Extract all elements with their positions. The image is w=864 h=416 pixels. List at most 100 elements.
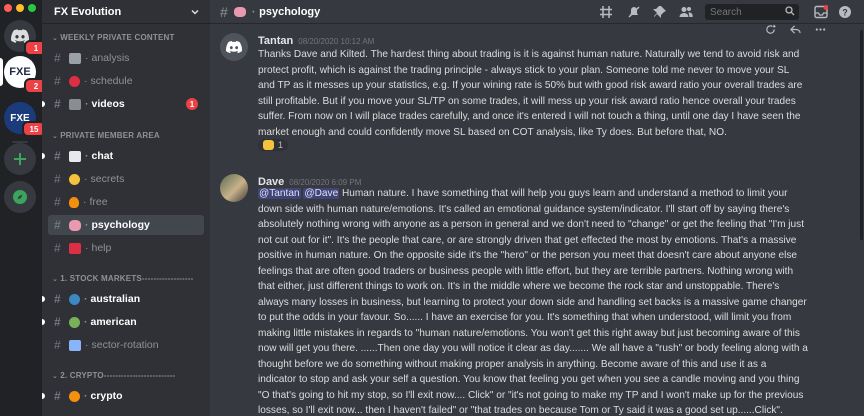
red-circle-emoji-icon <box>69 75 80 87</box>
channel-secrets[interactable]: # · secrets <box>48 169 204 189</box>
channel-crypto[interactable]: # · crypto <box>48 386 204 406</box>
chat-area: # · psychology ? Tantan08/20/2020 10:12 … <box>210 0 864 416</box>
message-line: to put the odds in your favour. So......… <box>258 312 792 323</box>
avatar[interactable] <box>220 174 248 202</box>
message-line: and TP as it messes up your statistics, … <box>258 80 803 91</box>
help-icon[interactable]: ? <box>838 5 852 19</box>
text-channel-icon: # <box>54 74 61 88</box>
channel-chat[interactable]: # · chat <box>48 146 204 166</box>
unread-indicator <box>42 101 45 107</box>
text-channel-icon: # <box>54 292 61 306</box>
channel-free[interactable]: # · free <box>48 192 204 212</box>
channel-american[interactable]: # · american <box>48 312 204 332</box>
channel-sidebar: FX Evolution ⌄ WEEKLY PRIVATE CONTENT # … <box>42 0 210 416</box>
pin-icon[interactable] <box>653 5 667 19</box>
gallery-emoji-icon <box>69 52 81 64</box>
message-line: making little mistakes in regards to "hu… <box>258 327 800 339</box>
timestamp: 08/20/2020 10:12 AM <box>298 37 375 46</box>
window-zoom-button[interactable] <box>28 4 36 12</box>
message-line: losses, so I'll exit now... then I haven… <box>258 405 783 416</box>
channel-label: psychology <box>91 219 150 231</box>
channel-videos[interactable]: # · videos 1 <box>48 94 204 114</box>
text-channel-icon: # <box>220 3 228 20</box>
explore-servers-button[interactable] <box>4 181 36 213</box>
channel-label: chat <box>91 150 114 162</box>
category-private-member-area[interactable]: ⌄ PRIVATE MEMBER AREA <box>52 131 160 140</box>
message-line: positive in human nature. On the opposit… <box>258 250 798 261</box>
discord-logo-icon <box>226 41 242 53</box>
mention-tantan[interactable]: @Tantan <box>258 188 301 199</box>
channel-schedule[interactable]: # · schedule <box>48 71 204 91</box>
message-line: that either, just different things to wo… <box>258 281 780 292</box>
category-weekly-private-content[interactable]: ⌄ WEEKLY PRIVATE CONTENT <box>52 33 175 42</box>
text-channel-icon: # <box>54 172 61 186</box>
chevron-down-icon <box>191 9 199 15</box>
server-header[interactable]: FX Evolution <box>42 0 210 24</box>
channel-label: analysis <box>91 52 130 64</box>
message-line: indicator to stop and ask your self a qu… <box>258 374 800 385</box>
text-channel-icon: # <box>54 338 61 352</box>
channel-analysis[interactable]: # · analysis <box>48 48 204 68</box>
threads-icon[interactable] <box>599 5 613 19</box>
text-channel-icon: # <box>54 149 61 163</box>
text-channel-icon: # <box>54 51 61 65</box>
window-minimize-button[interactable] <box>16 4 24 12</box>
add-server-button[interactable] <box>4 143 36 175</box>
server-fx-evolution-label: FXE <box>9 66 31 78</box>
camera-emoji-icon <box>69 98 81 110</box>
message-line: feelings that are often good traders or … <box>258 265 794 277</box>
server-name: FX Evolution <box>54 5 122 18</box>
message-line: "O that's going to hit my stop, so I'll … <box>258 389 804 401</box>
text-channel-icon: # <box>54 389 61 403</box>
brain-emoji-icon <box>69 219 81 231</box>
fire-emoji-icon <box>69 196 79 208</box>
message-line: down side with human nature/emotions. It… <box>258 203 790 215</box>
avatar[interactable] <box>220 33 248 61</box>
shush-face-emoji-icon <box>69 173 80 185</box>
text-channel-icon: # <box>54 315 61 329</box>
message-body: @Tantan @Dave Human nature. I have somet… <box>258 186 858 416</box>
channel-sector-rotation[interactable]: # · sector-rotation <box>48 335 204 355</box>
message-line: market enough and could confidently move… <box>258 126 727 138</box>
channel-label: help <box>91 242 112 254</box>
add-reaction-icon[interactable] <box>765 24 776 35</box>
more-options-icon[interactable] <box>815 24 826 35</box>
channel-help[interactable]: # · help <box>48 238 204 258</box>
window-close-button[interactable] <box>4 4 12 12</box>
reply-icon[interactable] <box>790 24 801 35</box>
server-rail: 1 FXE 2 FXE 15 <box>0 0 48 416</box>
channel-label: american <box>90 316 137 328</box>
reaction-count: 1 <box>278 140 284 150</box>
author-name[interactable]: Tantan <box>258 35 293 47</box>
category-chevron-icon: ⌄ <box>52 35 61 42</box>
channel-label: videos <box>91 98 125 110</box>
search-icon <box>785 6 795 16</box>
category-stock-markets[interactable]: ⌄ 1. STOCK MARKETS------------------ <box>52 274 194 283</box>
mention-dave[interactable]: @Dave <box>303 188 340 199</box>
svg-text:?: ? <box>842 7 848 17</box>
plus-icon <box>14 153 26 165</box>
message-line: @Tantan @Dave Human nature. I have somet… <box>258 186 858 202</box>
message-line: suffer. From now on I will place trades … <box>258 111 801 122</box>
thumbs-up-icon <box>263 140 274 150</box>
message-line: Thanks Dave and Kilted. The hardest thin… <box>258 49 800 60</box>
message-body: Thanks Dave and Kilted. The hardest thin… <box>258 47 858 140</box>
channel-australian[interactable]: # · australian <box>48 289 204 309</box>
message-hover-toolbar <box>765 24 826 35</box>
message-line: absolutely nothing wrong with anyone as … <box>258 219 805 230</box>
arrows-emoji-icon <box>69 339 81 351</box>
selected-server-pill <box>0 58 3 86</box>
members-icon[interactable] <box>679 5 693 19</box>
scrollbar[interactable] <box>860 30 863 240</box>
message-line: always many losses in business, but lear… <box>258 296 807 308</box>
mute-bell-icon[interactable] <box>627 5 641 19</box>
channel-label: sector-rotation <box>91 339 159 351</box>
category-crypto[interactable]: ⌄ 2. CRYPTO------------------------- <box>52 371 175 380</box>
channel-psychology[interactable]: # · psychology <box>48 215 204 235</box>
message-line: thought before we do something without m… <box>258 358 767 370</box>
category-chevron-icon: ⌄ <box>52 276 61 283</box>
message-line: protect profit, which is against the tra… <box>258 64 790 76</box>
channel-label: australian <box>90 293 141 305</box>
inbox-icon[interactable] <box>814 5 828 19</box>
reaction-thumbs-up[interactable]: 1 <box>258 139 289 151</box>
